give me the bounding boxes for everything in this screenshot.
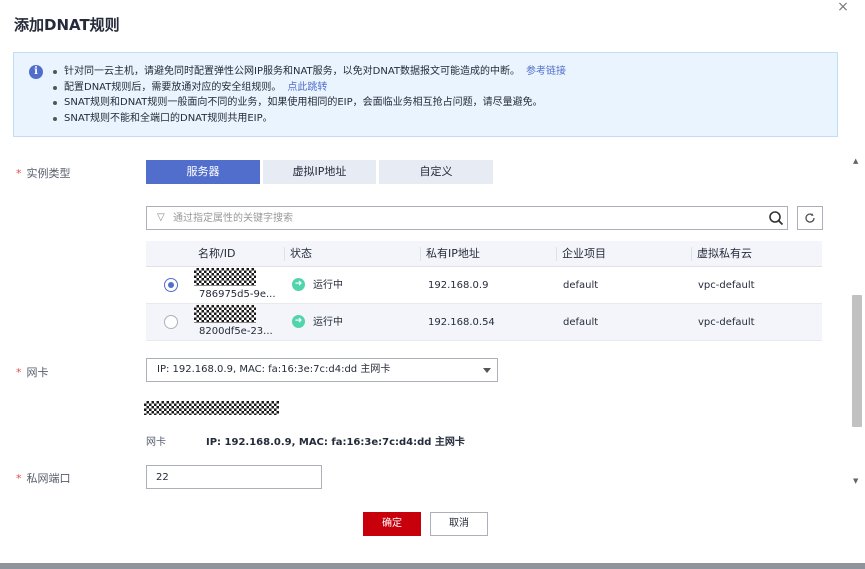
nic-label: * 网卡: [16, 366, 49, 379]
tab-virtual-ip[interactable]: 虚拟IP地址: [263, 160, 376, 184]
server-id: 8200df5e-23...: [199, 326, 273, 337]
scroll-up-icon[interactable]: ▲: [853, 157, 858, 165]
required-mark: *: [16, 472, 22, 485]
row-radio-selected[interactable]: [164, 278, 178, 292]
column-header-enterprise-project: 企业项目: [556, 241, 606, 267]
private-port-input[interactable]: [156, 469, 306, 485]
column-header-status: 状态: [284, 241, 312, 267]
reference-link[interactable]: 参考链接: [526, 66, 566, 77]
instance-type-label: * 实例类型: [16, 167, 71, 180]
column-header-private-ip: 私有IP地址: [420, 241, 480, 267]
info-alert: i 针对同一云主机，请避免同时配置弹性公网IP服务和NAT服务，以免对DNAT数…: [13, 52, 838, 137]
server-status: 运行中: [313, 280, 343, 291]
server-enterprise-project: default: [563, 317, 599, 328]
required-mark: *: [16, 366, 22, 379]
running-status-icon: ➜: [292, 315, 305, 328]
server-vpc: vpc-default: [698, 280, 755, 291]
info-icon: i: [29, 65, 43, 79]
refresh-button[interactable]: [797, 206, 823, 230]
nic-detail-label: 网卡: [146, 437, 166, 448]
scroll-down-icon[interactable]: ▼: [853, 477, 858, 485]
alert-item: SNAT规则不能和全端口的DNAT规则共用EIP。: [52, 111, 566, 127]
required-mark: *: [16, 167, 22, 180]
close-icon[interactable]: ×: [836, 0, 850, 14]
server-vpc: vpc-default: [698, 317, 755, 328]
column-header-vpc: 虚拟私有云: [691, 241, 752, 267]
server-id: 786975d5-9e...: [199, 289, 276, 300]
vertical-scrollbar[interactable]: ▲ ▼: [851, 157, 863, 487]
tab-server[interactable]: 服务器: [146, 160, 260, 184]
alert-item: SNAT规则和DNAT规则一般面向不同的业务，如果使用相同的EIP，会面临业务相…: [52, 95, 566, 111]
alert-item: 针对同一云主机，请避免同时配置弹性公网IP服务和NAT服务，以免对DNAT数据报…: [52, 64, 566, 80]
search-box: ▽: [146, 206, 788, 230]
server-private-ip: 192.168.0.9: [428, 280, 489, 291]
private-port-label: * 私网端口: [16, 472, 71, 485]
scrollbar-thumb[interactable]: [852, 295, 862, 427]
table-row[interactable]: 8200df5e-23... ➜ 运行中 192.168.0.54 defaul…: [146, 304, 822, 341]
alert-item: 配置DNAT规则后，需要放通对应的安全组规则。 点此跳转: [52, 80, 566, 96]
private-port-field: [146, 465, 322, 489]
server-status: 运行中: [313, 317, 343, 328]
chevron-down-icon: [483, 368, 491, 373]
nic-detail-value: IP: 192.168.0.9, MAC: fa:16:3e:7c:d4:dd …: [206, 437, 465, 448]
filter-icon[interactable]: ▽: [157, 212, 165, 223]
confirm-button[interactable]: 确定: [363, 512, 421, 536]
refresh-icon: [805, 213, 815, 223]
nic-select[interactable]: IP: 192.168.0.9, MAC: fa:16:3e:7c:d4:dd …: [146, 358, 498, 382]
dialog-title: 添加DNAT规则: [14, 16, 120, 34]
bottom-bar: [0, 563, 865, 569]
redacted-name: [194, 268, 256, 286]
security-group-link[interactable]: 点此跳转: [287, 82, 327, 93]
nic-select-value: IP: 192.168.0.9, MAC: fa:16:3e:7c:d4:dd …: [157, 364, 391, 375]
row-radio[interactable]: [164, 315, 178, 329]
table-header: 名称/ID 状态 私有IP地址 企业项目 虚拟私有云: [146, 241, 822, 267]
table-row[interactable]: 786975d5-9e... ➜ 运行中 192.168.0.9 default…: [146, 267, 822, 304]
tab-custom[interactable]: 自定义: [379, 160, 493, 184]
column-header-name-id: 名称/ID: [198, 247, 236, 260]
server-table: 名称/ID 状态 私有IP地址 企业项目 虚拟私有云 786975d5-9e..…: [146, 241, 822, 341]
add-dnat-rule-dialog: 添加DNAT规则 × i 针对同一云主机，请避免同时配置弹性公网IP服务和NAT…: [0, 0, 865, 569]
alert-list: 针对同一云主机，请避免同时配置弹性公网IP服务和NAT服务，以免对DNAT数据报…: [52, 64, 566, 126]
redacted-name: [194, 305, 256, 323]
server-enterprise-project: default: [563, 280, 599, 291]
search-icon[interactable]: [768, 210, 784, 226]
search-input[interactable]: [173, 210, 753, 226]
running-status-icon: ➜: [292, 278, 305, 291]
server-private-ip: 192.168.0.54: [428, 317, 495, 328]
redacted-server-name: [144, 401, 279, 415]
cancel-button[interactable]: 取消: [430, 512, 488, 536]
